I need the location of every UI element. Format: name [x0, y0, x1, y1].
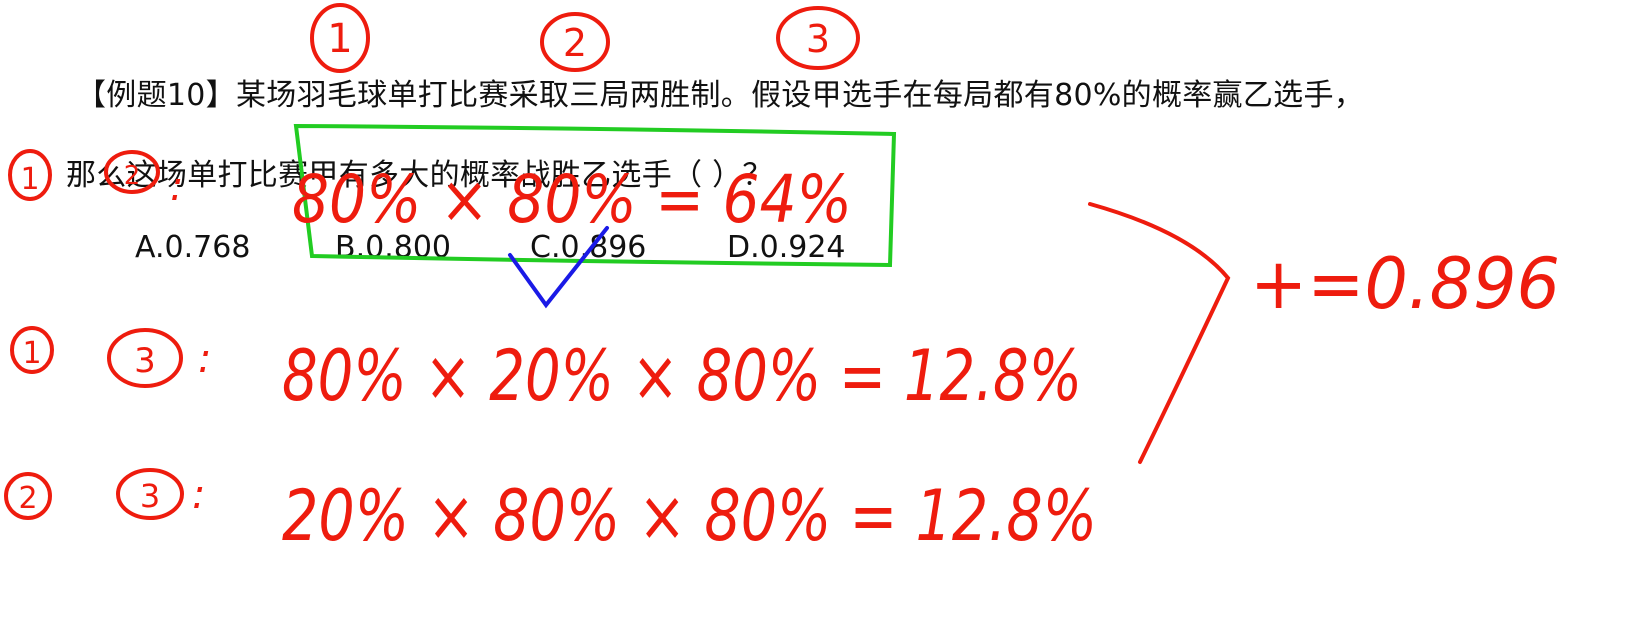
svg-text:3: 3 [140, 477, 160, 515]
question-line-2: 那么这场单打比赛甲有多大的概率战胜乙选手（ ）？ [66, 158, 773, 193]
option-d: D.0.924 [727, 230, 846, 265]
svg-text::: : [192, 472, 205, 518]
svg-text:3: 3 [134, 341, 156, 381]
svg-text:1: 1 [20, 162, 39, 197]
game-number-1: 1 [310, 3, 370, 73]
svg-text:1: 1 [327, 16, 352, 62]
option-b: B.0.800 [335, 230, 452, 265]
svg-text:2: 2 [18, 481, 37, 516]
svg-text:20% × 80% × 80% = 12.8%: 20% × 80% × 80% = 12.8% [282, 475, 1097, 557]
scenario-2: 1 3 : 80% × 20% × 80% = 12.8% [10, 326, 1082, 417]
total-result: +=0.896 [1250, 243, 1560, 325]
game-number-2: 2 [540, 12, 610, 72]
svg-text:+=0.896: +=0.896 [1250, 243, 1560, 325]
option-c: C.0.896 [530, 230, 647, 265]
svg-text:3: 3 [806, 17, 830, 61]
svg-text:2: 2 [563, 21, 587, 65]
svg-text:1: 1 [22, 336, 41, 371]
question-line-1: 【例题10】某场羽毛球单打比赛采取三局两胜制。假设甲选手在每局都有80%的概率赢… [76, 78, 1365, 113]
scenario-3: 2 3 : 20% × 80% × 80% = 12.8% [4, 468, 1097, 557]
svg-text:80% × 20% × 80% = 12.8%: 80% × 20% × 80% = 12.8% [282, 335, 1082, 417]
option-a: A.0.768 [135, 230, 251, 265]
game-number-3: 3 [776, 6, 860, 70]
svg-text::: : [198, 336, 211, 382]
bracket-stroke [1088, 202, 1231, 464]
